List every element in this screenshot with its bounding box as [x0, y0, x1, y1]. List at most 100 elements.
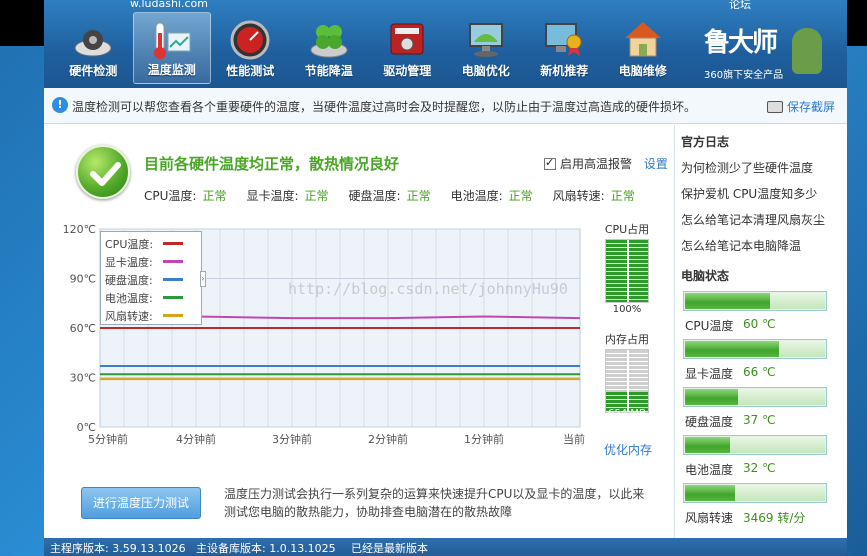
- status-meter-rest: [770, 293, 825, 309]
- stress-desc-line1: 温度压力测试会执行一系列复杂的运算来快速提升CPU以及显卡的温度，以此来: [224, 487, 645, 501]
- hardware-icon: [71, 18, 115, 60]
- temp-status-item: CPU温度: 正常: [144, 187, 226, 204]
- top-toolbar: w.ludashi.com 论坛 硬件检测 温度监测 性能测试 节能降温 驱动管理 电脑优…: [44, 0, 847, 88]
- clover-icon: [307, 18, 351, 60]
- temp-status-label: 风扇转速:: [552, 189, 605, 203]
- legend-label: 电池温度:: [105, 292, 153, 305]
- legend-swatch: [163, 242, 183, 245]
- status-value: 32 ℃: [743, 461, 776, 475]
- camera-icon: [766, 101, 783, 113]
- alarm-label: 启用高温报警: [560, 157, 633, 171]
- status-meter-rest: [730, 437, 825, 453]
- temp-status-row: CPU温度: 正常 显卡温度: 正常 硬盘温度: 正常 电池温度: 正常 风扇转速: 正常: [144, 187, 655, 204]
- temp-status-item: 硬盘温度: 正常: [349, 187, 431, 204]
- x-tick-label: 当前: [563, 432, 585, 446]
- status-meter-rest: [737, 389, 825, 405]
- legend-label: 风扇转速:: [105, 310, 153, 323]
- meter-divider: [627, 240, 629, 302]
- legend-swatch: [163, 260, 183, 263]
- optimize-memory-link[interactable]: 优化内存: [604, 441, 652, 458]
- temp-status-value: 正常: [610, 189, 635, 203]
- nav-item-0[interactable]: 硬件检测: [54, 12, 133, 84]
- status-meter-rest: [734, 485, 825, 501]
- nav-item-1[interactable]: 温度监测: [132, 12, 211, 84]
- info-icon: !: [52, 97, 68, 113]
- temp-status-label: 显卡温度:: [246, 189, 299, 203]
- status-title: 目前各硬件温度均正常，散热情况良好: [144, 155, 400, 173]
- nav-label: 电脑维修: [618, 64, 667, 78]
- nav-item-2[interactable]: 性能测试: [211, 12, 290, 84]
- cpu-usage-title: CPU占用: [604, 223, 650, 236]
- site-url: w.ludashi.com: [130, 0, 208, 10]
- main-version: 主程序版本: 3.59.13.1026: [50, 542, 186, 555]
- info-text: 温度检测可以帮您查看各个重要硬件的温度，当硬件温度过高时会及时提醒您，以防止由于…: [72, 100, 697, 114]
- news-item[interactable]: 怎么给笔记本电脑降温: [681, 237, 801, 254]
- status-label: 电池温度: [685, 463, 734, 477]
- info-bar: ! 温度检测可以帮您查看各个重要硬件的温度，当硬件温度过高时会及时提醒您，以防止…: [44, 88, 847, 124]
- news-item[interactable]: 为何检测少了些硬件温度: [681, 159, 813, 176]
- cpu-usage-panel: CPU占用 100%: [600, 221, 654, 325]
- save-screenshot-label: 保存截屏: [786, 100, 835, 114]
- nav-item-6[interactable]: 新机推荐: [525, 12, 604, 84]
- legend-swatch: [163, 314, 183, 317]
- stress-desc-line2: 测试您电脑的散热能力，协助排查电脑潜在的散热故障: [224, 505, 513, 519]
- status-meter: [683, 483, 827, 503]
- temp-status-value: 正常: [406, 189, 431, 203]
- nav-item-4[interactable]: 驱动管理: [368, 12, 447, 84]
- memory-usage-panel: 内存占用 654 MB: [600, 331, 654, 435]
- legend-collapse-handle[interactable]: ›: [200, 271, 206, 287]
- db-version: 主设备库版本: 1.0.13.1025: [196, 542, 336, 555]
- temp-status-value: 正常: [304, 189, 329, 203]
- update-status: 已经是最新版本: [351, 542, 428, 555]
- cpu-usage-meter: [605, 239, 649, 303]
- speedometer-icon: [228, 18, 272, 60]
- status-value: 66 ℃: [743, 365, 776, 379]
- watermark: http://blog.csdn.net/johnnyHu90: [288, 280, 568, 298]
- temp-status-label: CPU温度:: [144, 189, 197, 203]
- nav-item-7[interactable]: 电脑维修: [604, 12, 683, 84]
- mascot-icon: [792, 28, 822, 74]
- legend-swatch: [163, 278, 183, 281]
- y-tick-label: 60℃: [70, 322, 96, 335]
- status-meter-fill: [685, 485, 735, 501]
- brand-logo: 鲁大师: [704, 28, 778, 58]
- nav-label: 硬件检测: [69, 64, 118, 78]
- award-icon: [542, 18, 586, 60]
- pc-status-title: 电脑状态: [681, 269, 730, 283]
- nav-label: 电脑优化: [461, 64, 510, 78]
- settings-link[interactable]: 设置: [644, 157, 668, 171]
- temp-status-item: 电池温度: 正常: [451, 187, 533, 204]
- memory-usage-meter: [605, 349, 649, 413]
- y-tick-label: 120℃: [63, 223, 96, 236]
- status-meter-fill: [685, 437, 731, 453]
- temp-status-label: 电池温度:: [450, 189, 503, 203]
- nav-item-5[interactable]: 电脑优化: [447, 12, 526, 84]
- stress-test-button[interactable]: 进行温度压力测试: [81, 487, 201, 519]
- brand-subtitle: 360旗下安全产品: [704, 70, 784, 81]
- x-tick-label: 3分钟前: [272, 432, 312, 446]
- status-label: 显卡温度: [685, 367, 734, 381]
- nav-label: 驱动管理: [383, 64, 432, 78]
- x-tick-label: 5分钟前: [88, 432, 128, 446]
- status-value: 60 ℃: [743, 317, 776, 331]
- memory-usage-value: 654 MB: [608, 408, 646, 419]
- temp-status-label: 硬盘温度:: [348, 189, 401, 203]
- forum-link[interactable]: 论坛: [729, 0, 751, 12]
- save-screenshot-button[interactable]: 保存截屏: [766, 98, 835, 115]
- status-meter-fill: [685, 341, 779, 357]
- status-meter: [683, 387, 827, 407]
- status-meter-fill: [685, 293, 771, 309]
- house-icon: [621, 18, 665, 60]
- status-meter: [683, 339, 827, 359]
- nav-label: 温度监测: [147, 63, 196, 77]
- news-item[interactable]: 保护爱机 CPU温度知多少: [681, 185, 817, 202]
- temp-status-item: 显卡温度: 正常: [246, 187, 328, 204]
- main-panel: 目前各硬件温度均正常，散热情况良好 启用高温报警 设置 CPU温度:正常显卡温度…: [44, 125, 670, 538]
- status-value: 3469 转/分: [743, 511, 806, 525]
- high-temp-alarm: 启用高温报警 设置: [544, 155, 668, 172]
- alarm-checkbox[interactable]: [544, 156, 556, 170]
- nav-item-3[interactable]: 节能降温: [290, 12, 369, 84]
- status-footer: 主程序版本: 3.59.13.1026 主设备库版本: 1.0.13.1025 …: [44, 538, 847, 556]
- news-item[interactable]: 怎么给笔记本清理风扇灰尘: [681, 211, 825, 228]
- y-tick-label: 90℃: [70, 273, 96, 286]
